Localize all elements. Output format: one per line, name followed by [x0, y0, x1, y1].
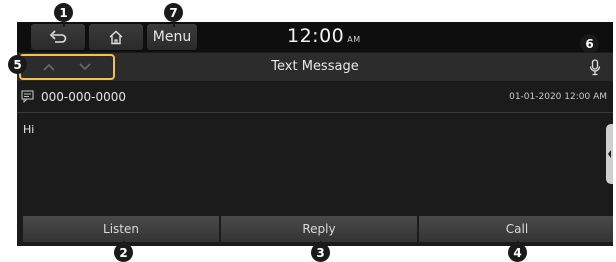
side-panel-handle[interactable]	[606, 124, 613, 184]
message-icon	[21, 90, 34, 103]
message-body: Hi	[23, 123, 35, 136]
infotainment-screen: Menu 12:00 AM Text Message 000-000-0000 …	[17, 22, 613, 246]
sender-number: 000-000-0000	[41, 90, 127, 104]
home-button[interactable]	[89, 24, 143, 50]
clock-ampm: AM	[347, 35, 361, 44]
home-icon	[109, 30, 123, 44]
callout-marker: 3	[311, 243, 330, 262]
callout-marker: 1	[54, 3, 73, 22]
chevron-down-icon	[79, 63, 91, 71]
chevron-up-icon	[43, 63, 55, 71]
menu-label: Menu	[152, 29, 192, 45]
message-timestamp: 01-01-2020 12:00 AM	[509, 92, 607, 102]
reply-button[interactable]: Reply	[221, 216, 417, 242]
callout-marker: 5	[8, 55, 27, 74]
call-button[interactable]: Call	[419, 216, 613, 242]
menu-button[interactable]: Menu	[147, 24, 197, 50]
voice-button[interactable]	[581, 55, 609, 79]
microphone-icon	[589, 58, 601, 75]
listen-button[interactable]: Listen	[23, 216, 219, 242]
clock-time: 12:00	[287, 25, 345, 47]
back-button[interactable]	[31, 24, 85, 50]
back-icon	[49, 30, 67, 43]
callout-marker: 6	[580, 34, 599, 53]
callout-marker: 4	[508, 243, 527, 262]
callout-marker: 7	[164, 3, 183, 22]
previous-message-button[interactable]	[37, 59, 61, 75]
message-navigation	[19, 54, 115, 80]
callout-marker: 2	[114, 243, 133, 262]
sender-row: 000-000-0000 01-01-2020 12:00 AM	[17, 82, 613, 113]
clock: 12:00 AM	[287, 25, 361, 49]
title-bar: Text Message	[17, 53, 613, 81]
next-message-button[interactable]	[73, 59, 97, 75]
status-bar: Menu 12:00 AM	[17, 22, 613, 52]
